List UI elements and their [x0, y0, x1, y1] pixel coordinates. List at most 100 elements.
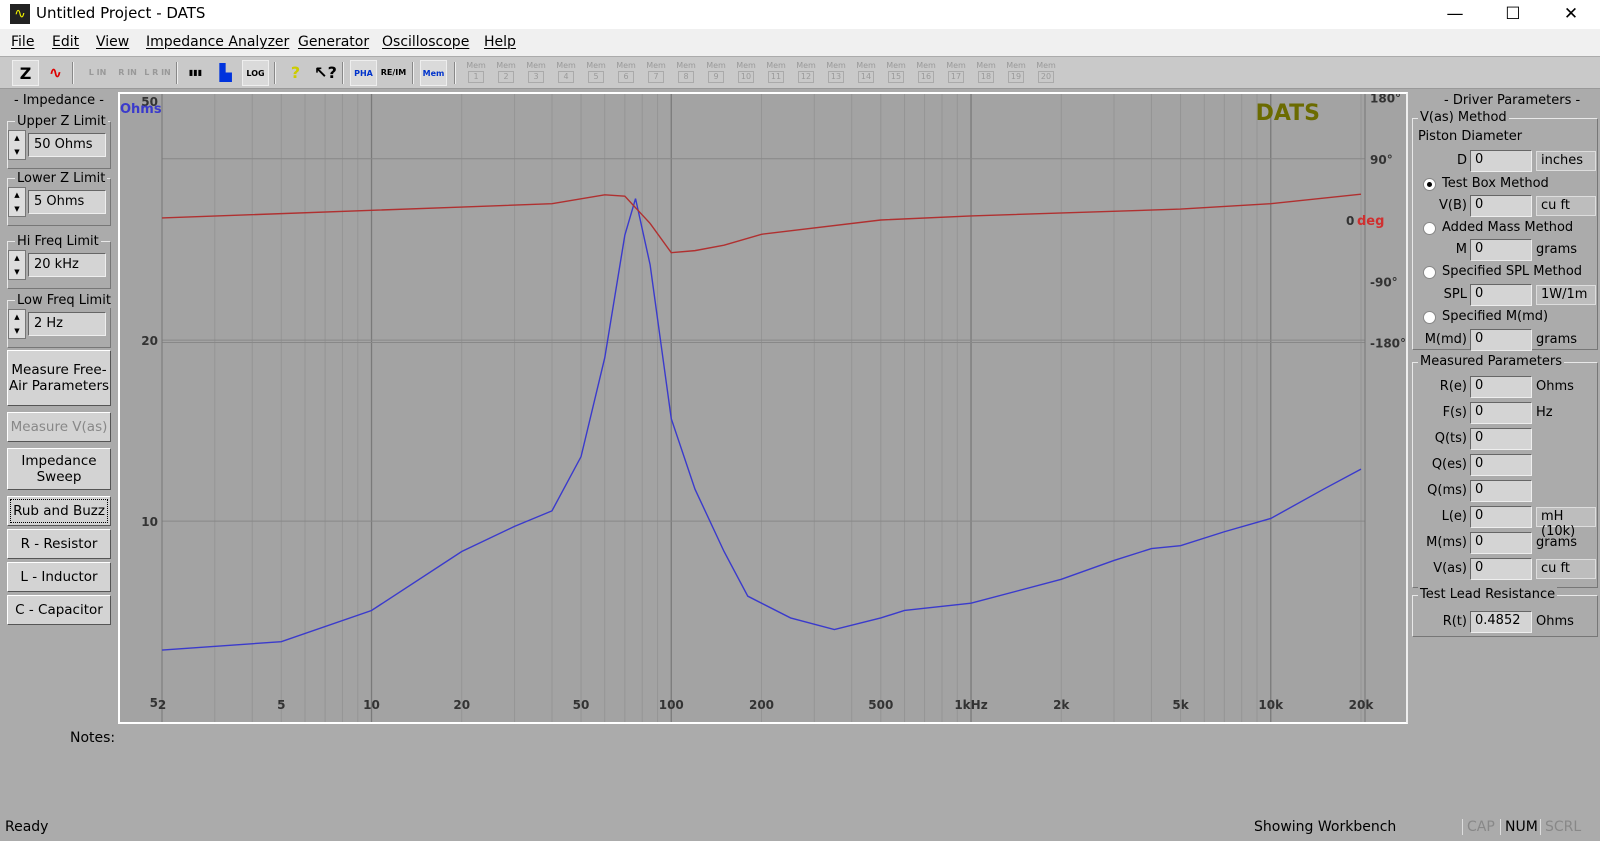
left-in-button[interactable]: L IN — [84, 60, 111, 86]
method-radio[interactable] — [1423, 266, 1436, 279]
test-lead-resistance-unit: Ohms — [1536, 614, 1574, 629]
spin-down-icon[interactable]: ▼ — [9, 324, 25, 338]
mem-17-button[interactable]: Mem 17 — [944, 61, 968, 85]
spin-down-icon[interactable]: ▼ — [9, 145, 25, 159]
mem-3-button[interactable]: Mem 3 — [524, 61, 548, 85]
toolbar-separator — [274, 62, 276, 84]
c-capacitor-button[interactable]: C - Capacitor — [7, 595, 111, 625]
menu-help[interactable]: Help — [484, 34, 516, 50]
menu-file[interactable]: File — [11, 34, 34, 50]
menu-view[interactable]: View — [96, 34, 129, 50]
phase-button[interactable]: PHA Φ — [350, 60, 377, 104]
spin-up-icon[interactable]: ▲ — [9, 310, 25, 324]
mem-10-button[interactable]: Mem 10 — [734, 61, 758, 85]
r-resistor-button[interactable]: R - Resistor — [7, 529, 111, 559]
y-tick-label: 20 — [141, 334, 158, 348]
mem-15-button[interactable]: Mem 15 — [884, 61, 908, 85]
method-radio[interactable] — [1423, 222, 1436, 235]
method-radio[interactable] — [1423, 311, 1436, 324]
limit-input[interactable]: 50 Ohms — [28, 133, 106, 157]
measured-param-unit: Hz — [1536, 405, 1553, 420]
method-field-input[interactable]: 0 — [1470, 284, 1532, 306]
mem-20-button[interactable]: Mem 20 — [1034, 61, 1058, 85]
measured-param-input[interactable]: 0 — [1470, 558, 1532, 580]
lr-in-button[interactable]: L R IN — [144, 60, 171, 86]
limit-input[interactable]: 20 kHz — [28, 253, 106, 277]
limit-spinner[interactable]: ▲ ▼ — [8, 309, 26, 339]
test-lead-resistance-input[interactable]: 0.4852 — [1470, 611, 1532, 633]
measured-param-input[interactable]: 0 — [1470, 428, 1532, 450]
piston-diameter-input[interactable]: 0 — [1470, 150, 1532, 172]
menu-edit[interactable]: Edit — [52, 34, 79, 50]
mem-4-button[interactable]: Mem 4 — [554, 61, 578, 85]
minimize-button[interactable]: — — [1426, 0, 1484, 29]
status-mode: Showing Workbench — [1254, 819, 1397, 835]
measured-param-input[interactable]: 0 — [1470, 454, 1532, 476]
measured-param-input[interactable]: 0 — [1470, 402, 1532, 424]
vas-method-label: V(as) Method — [1418, 110, 1509, 125]
method-field-input[interactable]: 0 — [1470, 239, 1532, 261]
context-help-button[interactable]: ↖? — [312, 60, 339, 86]
spin-up-icon[interactable]: ▲ — [9, 251, 25, 265]
l-inductor-button[interactable]: L - Inductor — [7, 562, 111, 592]
impedance-plot: 2 5 10 20 50 100 200 500 1kHz 2k 5k 10k 20k 50 20 10 5 Oh… — [118, 92, 1408, 724]
measured-param-input[interactable]: 0 — [1470, 532, 1532, 554]
impedance-z-button[interactable]: Z — [12, 60, 39, 86]
mem-9-button[interactable]: Mem 9 — [704, 61, 728, 85]
re-im-button[interactable]: RE/IM — [380, 60, 407, 86]
y-tick-label: 5 — [150, 696, 158, 710]
limit-spinner[interactable]: ▲ ▼ — [8, 187, 26, 217]
spin-up-icon[interactable]: ▲ — [9, 188, 25, 202]
mem-w-button[interactable]: Mem W — [420, 60, 447, 104]
measured-label: Measured Parameters — [1418, 354, 1565, 369]
log-z-button[interactable]: LOG Z — [242, 60, 269, 104]
piano-button[interactable]: ▮▮▮ — [182, 60, 209, 86]
menu-generator[interactable]: Generator — [298, 34, 369, 50]
mem-label: Mem — [616, 61, 636, 70]
limit-spinner[interactable]: ▲ ▼ — [8, 130, 26, 160]
limit-label: Lower Z Limit — [15, 171, 108, 186]
spin-up-icon[interactable]: ▲ — [9, 131, 25, 145]
x-tick-label: 2 — [158, 698, 166, 712]
impedance-sweep-button[interactable]: Impedance Sweep — [7, 448, 111, 490]
limit-input[interactable]: 2 Hz — [28, 312, 106, 336]
mem-2-button[interactable]: Mem 2 — [494, 61, 518, 85]
mem-14-button[interactable]: Mem 14 — [854, 61, 878, 85]
method-radio[interactable] — [1423, 178, 1436, 191]
mem-7-button[interactable]: Mem 7 — [644, 61, 668, 85]
method-field-input[interactable]: 0 — [1470, 329, 1532, 351]
measure-free-air-parameters-button[interactable]: Measure Free-Air Parameters — [7, 350, 111, 406]
mem-1-button[interactable]: Mem 1 — [464, 61, 488, 85]
measured-param-input[interactable]: 0 — [1470, 506, 1532, 528]
mem-5-button[interactable]: Mem 5 — [584, 61, 608, 85]
help-button[interactable]: ? — [282, 60, 309, 86]
mem-8-button[interactable]: Mem 8 — [674, 61, 698, 85]
measured-param-input[interactable]: 0 — [1470, 480, 1532, 502]
y2-tick-label: 180° — [1370, 94, 1401, 106]
mem-label: Mem — [886, 61, 906, 70]
menu-oscilloscope[interactable]: Oscilloscope — [382, 34, 469, 50]
maximize-button[interactable]: ☐ — [1484, 0, 1542, 29]
mem-12-button[interactable]: Mem 12 — [794, 61, 818, 85]
x-tick-label: 10k — [1258, 698, 1284, 712]
mem-16-button[interactable]: Mem 16 — [914, 61, 938, 85]
sine-wave-button[interactable]: ∿ — [42, 60, 69, 86]
method-field-input[interactable]: 0 — [1470, 195, 1532, 217]
mem-13-button[interactable]: Mem 13 — [824, 61, 848, 85]
menu-impedance-analyzer[interactable]: Impedance Analyzer — [146, 34, 289, 50]
mem-6-button[interactable]: Mem 6 — [614, 61, 638, 85]
limit-spinner[interactable]: ▲ ▼ — [8, 250, 26, 280]
rub-and-buzz-button[interactable]: Rub and Buzz — [7, 496, 111, 526]
spin-down-icon[interactable]: ▼ — [9, 202, 25, 216]
right-in-button[interactable]: R IN — [114, 60, 141, 86]
mem-label: Mem — [466, 61, 486, 70]
spin-down-icon[interactable]: ▼ — [9, 265, 25, 279]
close-button[interactable]: ✕ — [1542, 0, 1600, 29]
measured-param-input[interactable]: 0 — [1470, 376, 1532, 398]
mem-11-button[interactable]: Mem 11 — [764, 61, 788, 85]
mem-18-button[interactable]: Mem 18 — [974, 61, 998, 85]
limit-input[interactable]: 5 Ohms — [28, 190, 106, 214]
mem-label: Mem — [916, 61, 936, 70]
mem-19-button[interactable]: Mem 19 — [1004, 61, 1028, 85]
bar-chart-button[interactable]: ▙ — [212, 60, 239, 86]
